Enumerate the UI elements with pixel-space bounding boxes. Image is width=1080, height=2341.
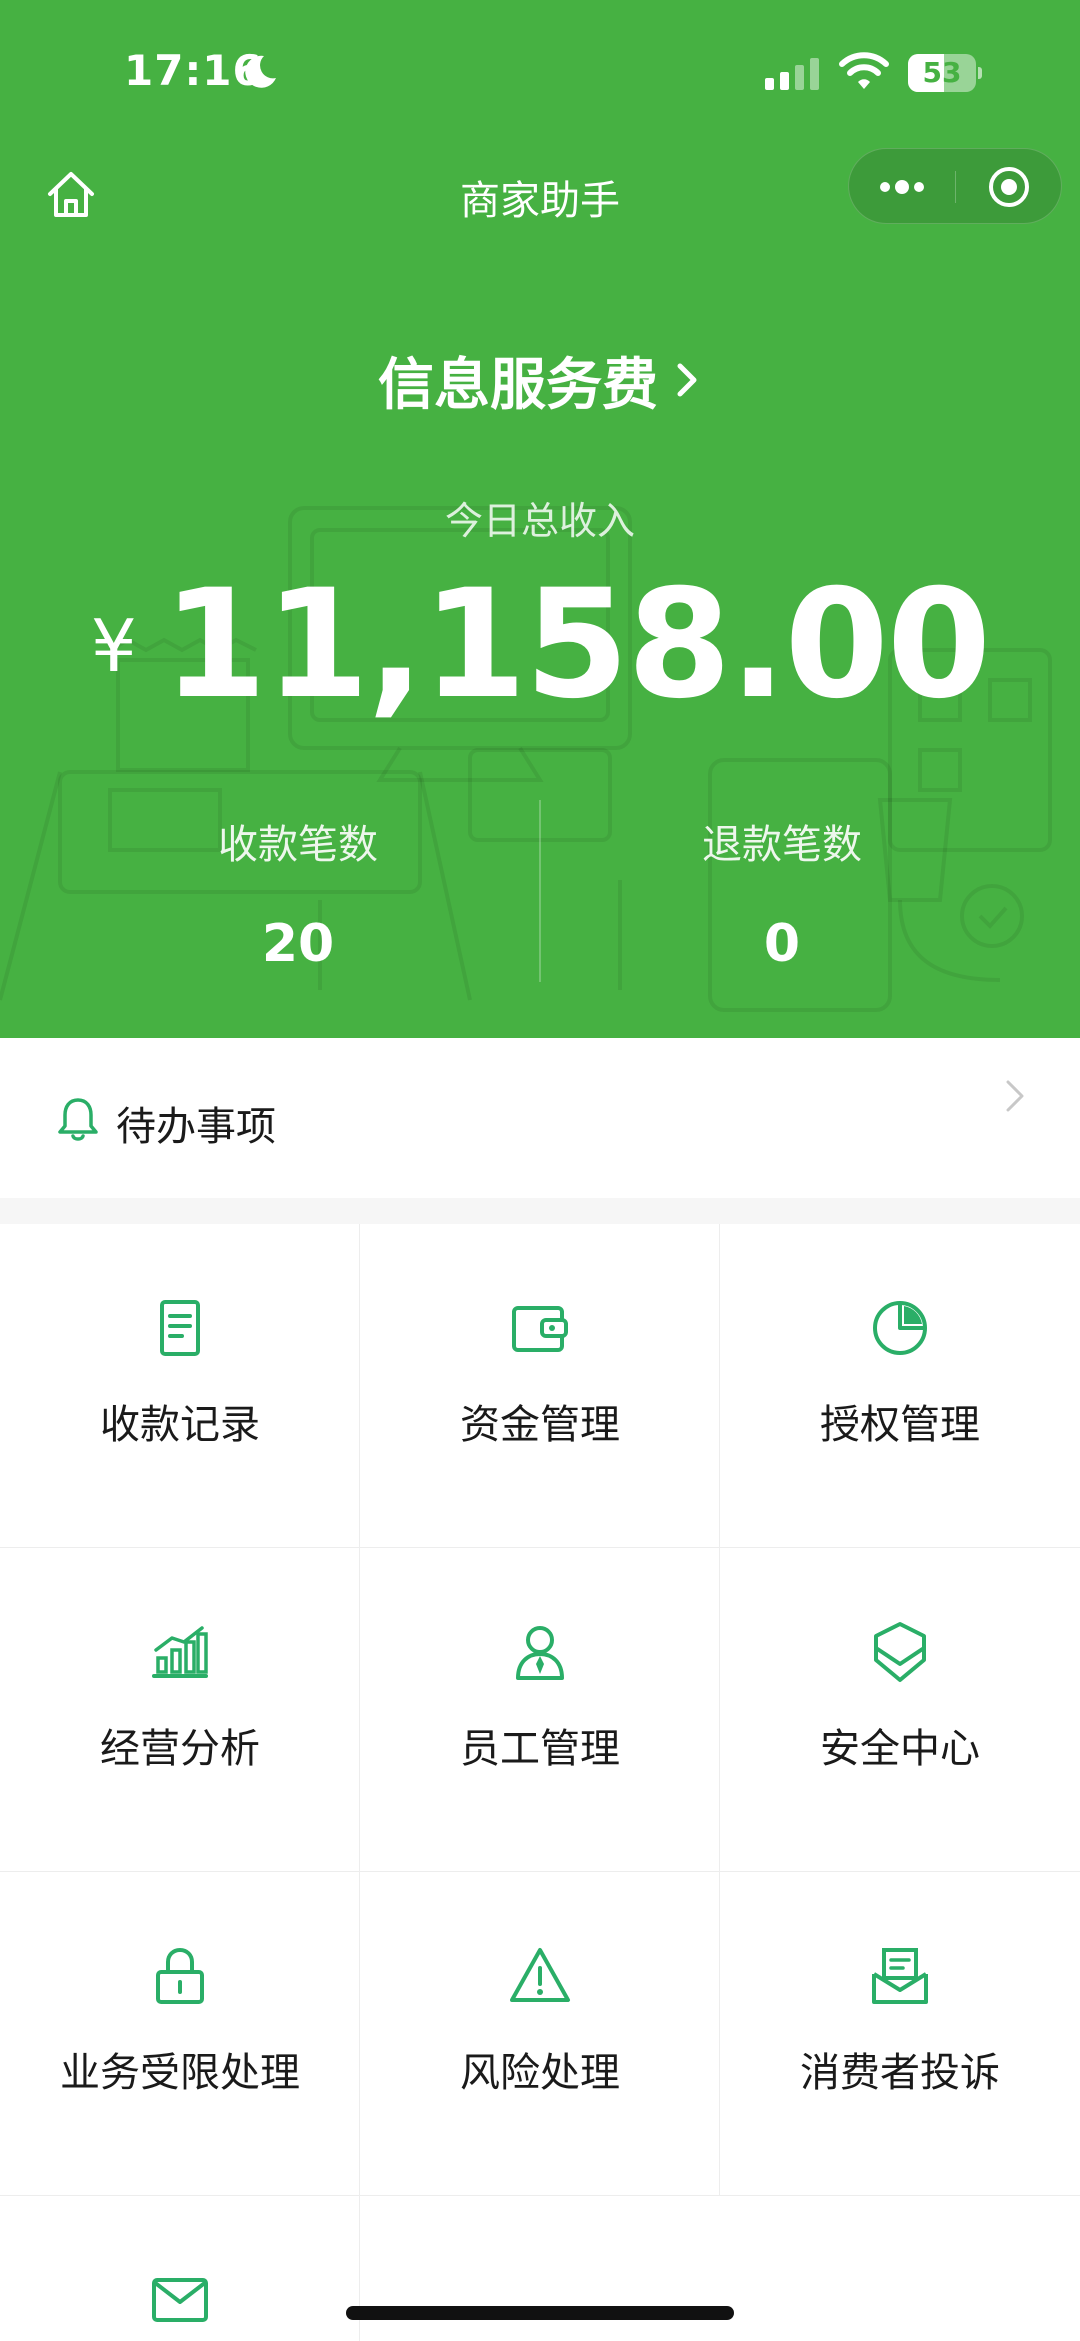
header-panel: 17:16 53 商家助手 信息服务费 今日总收入 ¥ 11,158.00 收款… (0, 0, 1080, 1038)
grid-label: 授权管理 (820, 1402, 980, 1448)
stat-value: 0 (763, 914, 801, 974)
todo-label: 待办事项 (116, 1104, 276, 1150)
income-label: 今日总收入 (444, 499, 635, 543)
amount-value: 11,158.00 (162, 558, 992, 732)
section-divider (0, 1198, 1080, 1224)
bar-chart-icon (152, 1626, 208, 1678)
grid-item-messages[interactable] (0, 2196, 360, 2341)
home-indicator (346, 2306, 734, 2320)
grid-label: 消费者投诉 (800, 2050, 1000, 2096)
grid-item-business-restriction[interactable]: 业务受限处理 (0, 1872, 360, 2196)
pie-chart-icon (873, 1301, 927, 1355)
income-amount: ¥ 11,158.00 (0, 560, 1080, 730)
chevron-right-icon (677, 363, 697, 397)
status-bar: 17:16 53 (0, 0, 1080, 140)
grid-item-risk-handling[interactable]: 风险处理 (360, 1872, 720, 2196)
moon-icon (245, 55, 276, 88)
battery-percent: 53 (922, 56, 962, 89)
signal-icon (765, 58, 819, 90)
grid-item-fund-management[interactable]: 资金管理 (360, 1224, 720, 1548)
grid-label: 业务受限处理 (60, 2050, 300, 2096)
shield-icon (874, 1622, 926, 1682)
service-fee-link[interactable]: 信息服务费 (0, 340, 1080, 420)
grid-label: 风险处理 (460, 2050, 620, 2096)
bell-icon (58, 1098, 98, 1141)
nav-bar: 商家助手 (0, 140, 1080, 250)
more-dots-icon (880, 180, 924, 194)
payment-count-stat[interactable]: 收款笔数 20 (28, 812, 568, 974)
grid-label: 安全中心 (820, 1726, 980, 1772)
target-close-icon (989, 167, 1029, 207)
grid-label: 收款记录 (100, 1402, 260, 1448)
battery-indicator: 53 (908, 54, 982, 92)
stat-label: 退款笔数 (702, 822, 862, 868)
wifi-icon (839, 52, 889, 89)
close-button[interactable] (956, 149, 1062, 225)
stat-value: 20 (261, 914, 335, 974)
todo-row[interactable]: 待办事项 (0, 1038, 1080, 1198)
grid-item-security-center[interactable]: 安全中心 (720, 1548, 1080, 1872)
lock-icon (156, 1947, 204, 2004)
service-fee-label: 信息服务费 (378, 352, 658, 418)
grid-label: 资金管理 (460, 1402, 620, 1448)
grid-item-consumer-complaint[interactable]: 消费者投诉 (720, 1872, 1080, 2196)
staff-icon (516, 1626, 564, 1680)
grid-item-business-analysis[interactable]: 经营分析 (0, 1548, 360, 1872)
mini-program-capsule (848, 148, 1062, 224)
complaint-icon (872, 1948, 928, 2004)
grid-item-staff-management[interactable]: 员工管理 (360, 1548, 720, 1872)
function-grid: 收款记录 资金管理 授权管理 经营分析 员工管理 安全中心 业务受限处理 风险处… (0, 1224, 1080, 2341)
more-button[interactable] (849, 149, 955, 225)
mail-icon (152, 2278, 208, 2322)
warning-icon (510, 1948, 570, 2002)
wallet-icon (512, 1306, 568, 1352)
receipt-icon (160, 1300, 200, 1356)
chevron-right-icon (1006, 1080, 1024, 1112)
stat-label: 收款笔数 (218, 822, 378, 868)
grid-label: 经营分析 (100, 1726, 260, 1772)
grid-label: 员工管理 (460, 1726, 620, 1772)
refund-count-stat[interactable]: 退款笔数 0 (512, 812, 1052, 974)
grid-item-payment-records[interactable]: 收款记录 (0, 1224, 360, 1548)
grid-item-authorization[interactable]: 授权管理 (720, 1224, 1080, 1548)
currency-symbol: ¥ (90, 604, 137, 688)
